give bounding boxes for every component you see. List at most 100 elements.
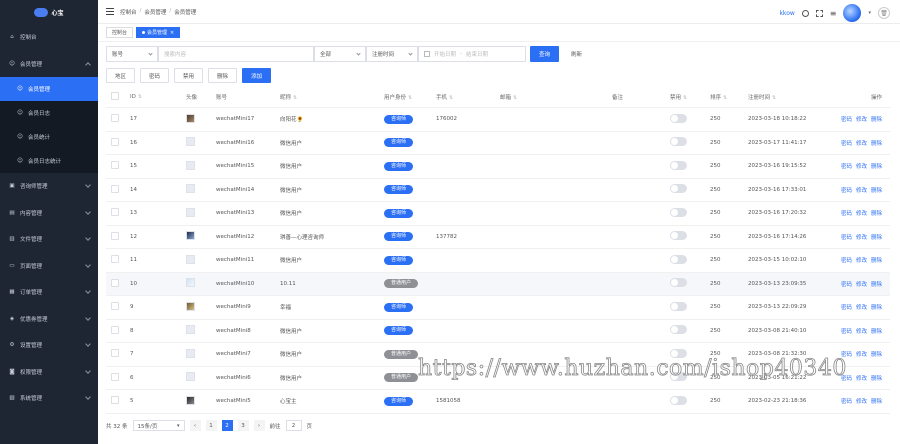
delete-button[interactable]: 删除	[208, 68, 238, 83]
disable-toggle[interactable]	[670, 348, 687, 358]
row-edit-link[interactable]: 修改	[856, 376, 867, 382]
refresh-button[interactable]: 刷新	[563, 46, 591, 62]
user-name[interactable]: kkow	[779, 10, 794, 17]
field-select[interactable]: 账号	[106, 46, 158, 62]
goto-page-input[interactable]: 2	[285, 420, 302, 431]
row-edit-link[interactable]: 修改	[856, 329, 867, 335]
table-row[interactable]: 16 wechatMini16 微信用户 咨询师 250 2023-03-17 11:41…	[106, 132, 890, 155]
disable-toggle[interactable]	[670, 395, 687, 405]
page-2-button[interactable]: 2	[221, 420, 233, 431]
disable-toggle[interactable]	[670, 301, 687, 311]
table-row[interactable]: 14 wechatMini14 微信用户 咨询师 250 2023-03-16 17:33…	[106, 179, 890, 202]
page-1-button[interactable]: 1	[205, 420, 217, 431]
sidebar-item-3[interactable]: ▤ 内容管理	[0, 200, 98, 227]
col-sort[interactable]: 排序 ⇅	[706, 93, 744, 101]
row-edit-link[interactable]: 修改	[856, 305, 867, 311]
collapse-menu-icon[interactable]	[106, 8, 114, 15]
avatar-dropdown-icon[interactable]: ▾	[868, 10, 871, 16]
row-delete-link[interactable]: 删除	[871, 164, 882, 170]
col-id[interactable]: ID ⇅	[126, 94, 182, 100]
sidebar-item-0[interactable]: ⌂ 控制台	[0, 24, 98, 51]
submenu-item-1[interactable]: ☺ 会员日志	[0, 101, 98, 125]
row-edit-link[interactable]: 修改	[856, 282, 867, 288]
disable-toggle[interactable]	[670, 231, 687, 241]
sidebar-item-7[interactable]: ◈ 优惠券管理	[0, 306, 98, 333]
row-edit-link[interactable]: 修改	[856, 141, 867, 147]
row-delete-link[interactable]: 删除	[871, 141, 882, 147]
disable-toggle[interactable]	[670, 278, 687, 288]
row-password-link[interactable]: 密码	[841, 164, 852, 170]
row-password-link[interactable]: 密码	[841, 258, 852, 264]
row-checkbox[interactable]	[111, 184, 119, 193]
row-checkbox[interactable]	[111, 231, 119, 240]
row-delete-link[interactable]: 删除	[871, 258, 882, 264]
logo[interactable]: 心宝	[0, 0, 98, 24]
row-password-link[interactable]: 密码	[841, 117, 852, 123]
date-range-picker[interactable]: 开始日期 - 结束日期	[418, 46, 526, 62]
row-delete-link[interactable]: 删除	[871, 117, 882, 123]
row-edit-link[interactable]: 修改	[856, 117, 867, 123]
row-delete-link[interactable]: 删除	[871, 235, 882, 241]
breadcrumb-item[interactable]: 控制台	[120, 8, 137, 16]
query-button[interactable]: 查询	[530, 46, 560, 62]
col-email[interactable]: 邮箱 ⇅	[496, 93, 608, 101]
row-password-link[interactable]: 密码	[841, 399, 852, 405]
row-edit-link[interactable]: 修改	[856, 258, 867, 264]
table-row[interactable]: 12 wechatMini12 琪善—心理咨询师 咨询师 137782 250 2023-0…	[106, 226, 890, 249]
disable-toggle[interactable]	[670, 254, 687, 264]
disable-button[interactable]: 禁用	[174, 68, 204, 83]
add-button[interactable]: 添加	[242, 68, 272, 83]
row-checkbox[interactable]	[111, 396, 119, 405]
row-checkbox[interactable]	[111, 349, 119, 358]
disable-toggle[interactable]	[670, 160, 687, 170]
tab-dashboard[interactable]: 控制台	[106, 27, 134, 38]
disable-toggle[interactable]	[670, 372, 687, 382]
row-password-link[interactable]: 密码	[841, 352, 852, 358]
settings-sliders-icon[interactable]: ≡	[830, 9, 837, 18]
disable-toggle[interactable]	[670, 325, 687, 335]
select-all-checkbox[interactable]	[111, 91, 119, 100]
password-button[interactable]: 密码	[140, 68, 170, 83]
submenu-item-0[interactable]: ☺ 会员管理	[0, 77, 98, 101]
search-icon[interactable]	[801, 9, 809, 17]
col-register-time[interactable]: 注册时间 ⇅	[744, 93, 834, 101]
row-checkbox[interactable]	[111, 114, 119, 123]
row-checkbox[interactable]	[111, 255, 119, 264]
row-checkbox[interactable]	[111, 161, 119, 170]
page-3-button[interactable]: 3	[237, 420, 249, 431]
disable-toggle[interactable]	[670, 113, 687, 123]
row-edit-link[interactable]: 修改	[856, 399, 867, 405]
sidebar-item-2[interactable]: ▣ 咨询师管理	[0, 173, 98, 200]
sidebar-item-4[interactable]: ▥ 文件管理	[0, 226, 98, 253]
table-row[interactable]: 10 wechatMini10 10.11 普通用户 250 2023-03-13 23:…	[106, 272, 890, 296]
col-identity[interactable]: 用户身份 ⇅	[380, 93, 432, 101]
row-edit-link[interactable]: 修改	[856, 188, 867, 194]
sidebar-item-8[interactable]: ⚙ 设置管理	[0, 332, 98, 359]
row-edit-link[interactable]: 修改	[856, 235, 867, 241]
table-row[interactable]: 6 wechatMini6 微信用户 普通用户 250 2023-03-05 16:21:…	[106, 367, 890, 390]
row-checkbox[interactable]	[111, 278, 119, 287]
row-checkbox[interactable]	[111, 325, 119, 334]
tab-member-management[interactable]: 会员管理 ×	[136, 27, 181, 38]
row-password-link[interactable]: 密码	[841, 235, 852, 241]
sidebar-item-9[interactable]: ◙ 权限管理	[0, 359, 98, 386]
table-row[interactable]: 9 wechatMini9 幸福 咨询师 250 2023-03-13 22:09:29 密…	[106, 296, 890, 320]
row-delete-link[interactable]: 删除	[871, 352, 882, 358]
user-avatar[interactable]	[843, 4, 862, 22]
disable-toggle[interactable]	[670, 207, 687, 217]
table-row[interactable]: 13 wechatMini13 微信用户 咨询师 250 2023-03-16 17:20…	[106, 202, 890, 226]
col-phone[interactable]: 手机 ⇅	[432, 93, 496, 101]
prev-page-button[interactable]: ‹	[189, 420, 201, 431]
row-delete-link[interactable]: 删除	[871, 211, 882, 217]
row-password-link[interactable]: 密码	[841, 188, 852, 194]
table-row[interactable]: 8 wechatMini8 微信用户 咨询师 250 2023-03-08 21:40:1…	[106, 320, 890, 343]
row-edit-link[interactable]: 修改	[856, 211, 867, 217]
row-password-link[interactable]: 密码	[841, 329, 852, 335]
table-row[interactable]: 11 wechatMini11 微信用户 咨询师 250 2023-03-15 10:02…	[106, 249, 890, 273]
next-page-button[interactable]: ›	[253, 420, 265, 431]
row-checkbox[interactable]	[111, 137, 119, 146]
row-checkbox[interactable]	[111, 372, 119, 381]
row-delete-link[interactable]: 删除	[871, 399, 882, 405]
region-button[interactable]: 地区	[106, 68, 136, 83]
col-nickname[interactable]: 昵称 ⇅	[276, 93, 380, 101]
